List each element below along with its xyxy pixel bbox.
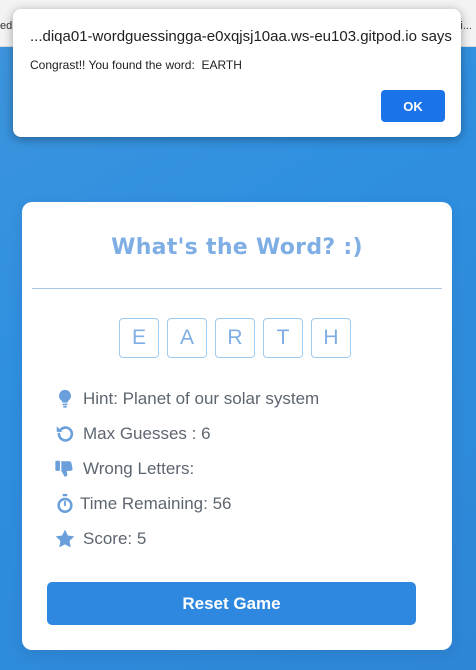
star-icon: [55, 529, 75, 548]
alert-origin: ...diqa01-wordguessingga-e0xqjsj10aa.ws-…: [30, 28, 452, 45]
alert-dialog: ...diqa01-wordguessingga-e0xqjsj10aa.ws-…: [13, 9, 461, 137]
max-guesses-text: Max Guesses : 6: [83, 424, 211, 443]
wrong-letters-text: Wrong Letters:: [83, 459, 195, 478]
hint-text: Hint: Planet of our solar system: [83, 389, 320, 408]
reset-game-button[interactable]: Reset Game: [47, 582, 416, 625]
letter-box: A: [167, 318, 207, 358]
letter-box: E: [119, 318, 159, 358]
letter-box: H: [311, 318, 351, 358]
game-title: What's the Word? :): [111, 235, 363, 260]
stopwatch-icon: [57, 493, 73, 513]
alert-message: Congrast!! You found the word: EARTH: [30, 58, 242, 72]
thumbs-down-icon: [55, 460, 73, 477]
time-remaining-text: Time Remaining: 56: [80, 494, 232, 513]
game-card: What's the Word? :) E A R T H Hint: Plan…: [22, 202, 452, 650]
score-text: Score: 5: [83, 529, 147, 548]
undo-icon: [56, 426, 74, 442]
letter-box: T: [263, 318, 303, 358]
title-divider: [32, 288, 442, 289]
ok-button[interactable]: OK: [381, 90, 445, 122]
tab-fragment-left[interactable]: ed: [0, 20, 12, 32]
letter-box: R: [215, 318, 255, 358]
lightbulb-icon: [59, 389, 71, 408]
